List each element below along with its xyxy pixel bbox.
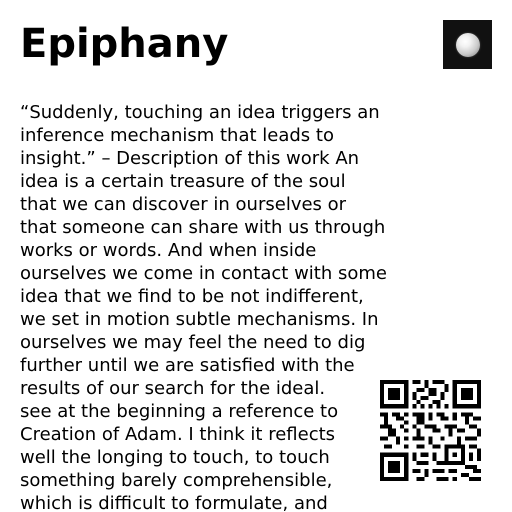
description-line: “Suddenly, touching an idea triggers an bbox=[20, 102, 380, 123]
description-line: ourselves we may feel the need to dig bbox=[20, 332, 366, 353]
description-line: we set in motion subtle mechanisms. In bbox=[20, 309, 379, 330]
description-line: that we can discover in ourselves or bbox=[20, 194, 347, 215]
description-line: that someone can share with us through bbox=[20, 217, 386, 238]
description-line: insight.” – Description of this work An bbox=[20, 148, 360, 169]
description-line: inference mechanism that leads to bbox=[20, 125, 334, 146]
description-line: idea is a certain treasure of the soul bbox=[20, 171, 346, 192]
description-line: idea that we find to be not indifferent, bbox=[20, 286, 364, 307]
artwork-thumbnail[interactable] bbox=[443, 20, 492, 69]
white-sphere-on-black-icon bbox=[456, 33, 480, 57]
qr-code[interactable] bbox=[372, 372, 490, 490]
description-line: works or words. And when inside bbox=[20, 240, 317, 261]
page-title: Epiphany bbox=[20, 21, 229, 67]
description-line: ourselves we come in contact with some bbox=[20, 263, 387, 284]
qr-code-icon bbox=[380, 380, 481, 481]
description-line: which is difficult to formulate, and bbox=[20, 493, 328, 512]
